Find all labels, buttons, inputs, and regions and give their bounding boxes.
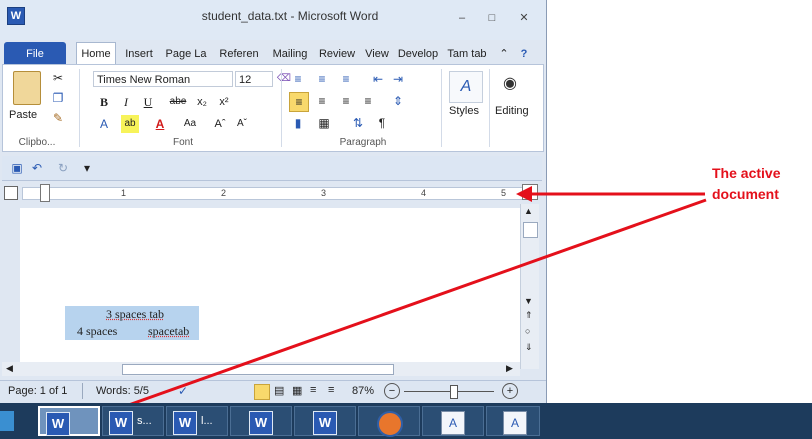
start-edge[interactable] — [0, 411, 14, 431]
taskbar-item-active-document[interactable]: W — [38, 406, 100, 436]
word-icon: W — [109, 411, 133, 435]
taskbar-item-wordpad[interactable]: A — [422, 406, 484, 436]
arrow-to-taskbar-line — [91, 198, 707, 420]
taskbar: W W s... W l... W W A A — [0, 403, 812, 439]
taskbar-item-word-2[interactable]: W — [294, 406, 356, 436]
wordpad-icon: A — [503, 411, 527, 435]
taskbar-item-word[interactable]: W — [230, 406, 292, 436]
firefox-icon — [377, 411, 403, 437]
arrow-head-icon — [516, 186, 532, 202]
taskbar-item-wordpad-2[interactable]: A — [486, 406, 540, 436]
word-icon: W — [46, 412, 70, 436]
word-icon: W — [313, 411, 337, 435]
wordpad-icon: A — [441, 411, 465, 435]
taskbar-item-firefox[interactable] — [358, 406, 420, 437]
word-icon: W — [173, 411, 197, 435]
annotation-arrows — [80, 186, 707, 426]
taskbar-item-word-l[interactable]: W l... — [166, 406, 228, 436]
word-icon: W — [249, 411, 273, 435]
taskbar-item-word-s[interactable]: W s... — [102, 406, 164, 436]
